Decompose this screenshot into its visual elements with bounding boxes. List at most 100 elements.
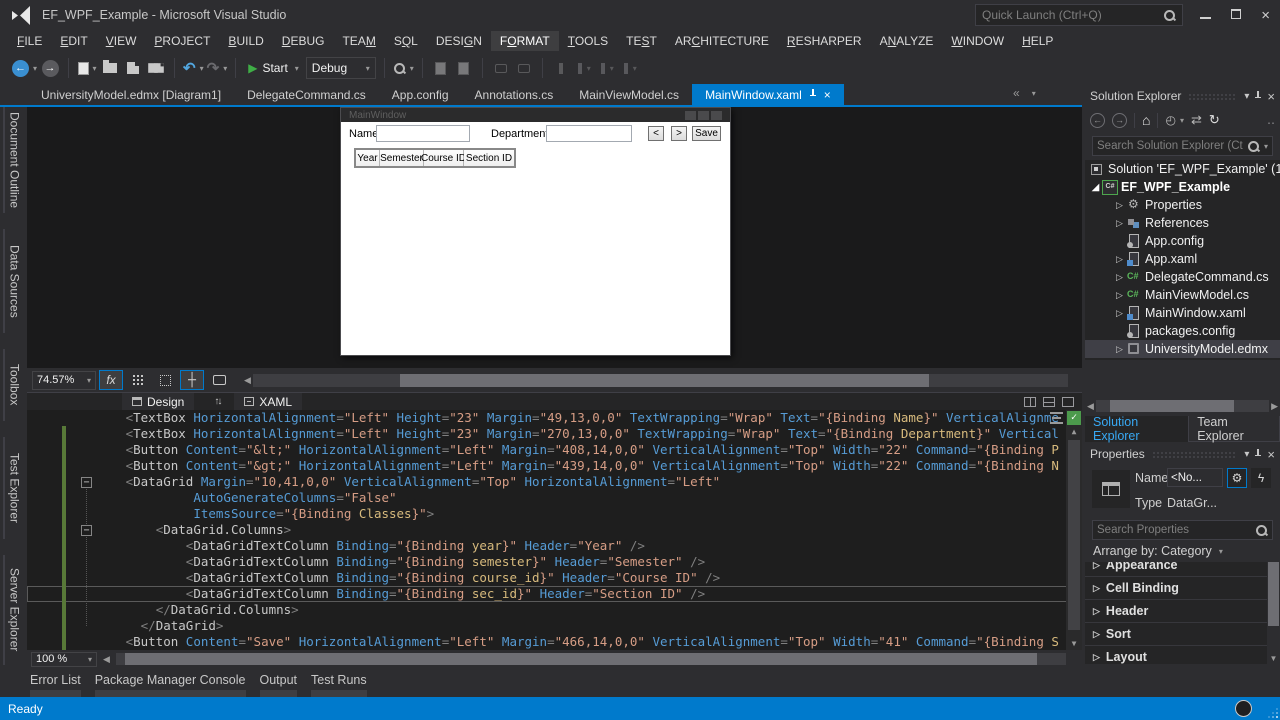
panel-drag-area[interactable] bbox=[1188, 93, 1237, 100]
scrollbar-track[interactable] bbox=[253, 374, 1068, 387]
menu-item-file[interactable]: FILE bbox=[8, 31, 51, 51]
classes-datagrid[interactable]: YearSemesterCourse IDSection ID bbox=[354, 148, 516, 168]
menu-item-design[interactable]: DESIGN bbox=[427, 31, 491, 51]
close-button[interactable]: × bbox=[1261, 8, 1270, 23]
name-textbox[interactable] bbox=[376, 125, 470, 142]
category-header[interactable]: ▷Header bbox=[1085, 600, 1267, 623]
annotations-button[interactable] bbox=[207, 370, 231, 390]
expander-icon[interactable]: ▷ bbox=[1113, 200, 1126, 211]
undo-button[interactable]: ↶▾ bbox=[183, 56, 204, 80]
tab-list-dropdown-icon[interactable]: ▾ bbox=[1032, 89, 1036, 98]
editor-horizontal-scrollbar[interactable] bbox=[116, 653, 1066, 665]
maximize-button[interactable] bbox=[1231, 6, 1241, 24]
code-line[interactable]: <Button Content="&gt;" HorizontalAlignme… bbox=[27, 458, 1082, 474]
scrollbar-thumb[interactable] bbox=[1268, 562, 1279, 626]
doc-tab-annotations-cs[interactable]: Annotations.cs bbox=[462, 84, 567, 105]
code-line[interactable]: <Button Content="Save" HorizontalAlignme… bbox=[27, 634, 1082, 650]
expander-icon[interactable]: ▷ bbox=[1093, 583, 1100, 594]
grid-column-header[interactable]: Year bbox=[356, 150, 380, 166]
doc-tab-app-config[interactable]: App.config bbox=[379, 84, 462, 105]
fold-collapse-icon[interactable]: − bbox=[81, 525, 92, 536]
swap-panes-icon[interactable]: ↑↓ bbox=[214, 396, 220, 407]
department-textbox[interactable] bbox=[546, 125, 632, 142]
debug-configuration-combo[interactable]: Debug ▾ bbox=[306, 57, 376, 79]
show-grid-button[interactable] bbox=[126, 370, 150, 390]
expander-icon[interactable]: ▷ bbox=[1113, 254, 1126, 265]
left-tab-toolbox[interactable]: Toolbox bbox=[3, 349, 25, 421]
properties-search-box[interactable]: Search Properties bbox=[1092, 520, 1273, 540]
previous-bookmark-button[interactable]: ▾ bbox=[574, 56, 594, 80]
previous-record-button[interactable]: < bbox=[648, 126, 664, 141]
menu-item-tools[interactable]: TOOLS bbox=[559, 31, 617, 51]
category-cell-binding[interactable]: ▷Cell Binding bbox=[1085, 577, 1267, 600]
dropdown-icon[interactable]: ▾ bbox=[93, 64, 97, 73]
scrollbar-thumb[interactable] bbox=[1068, 440, 1080, 630]
snap-to-snaplines-button[interactable]: ┼ bbox=[180, 370, 204, 390]
left-tab-document-outline[interactable]: Document Outline bbox=[3, 107, 25, 213]
designer-horizontal-scrollbar[interactable]: ◀ bbox=[244, 374, 1068, 387]
scroll-down-icon[interactable]: ▼ bbox=[1267, 654, 1280, 663]
open-file-button[interactable] bbox=[100, 56, 120, 80]
save-record-button[interactable]: Save bbox=[692, 126, 721, 141]
code-line[interactable]: <Button Content="&lt;" HorizontalAlignme… bbox=[27, 442, 1082, 458]
bottom-tab-package-manager-console[interactable]: Package Manager Console bbox=[95, 673, 246, 697]
fold-collapse-icon[interactable]: − bbox=[81, 477, 92, 488]
scroll-down-icon[interactable]: ▼ bbox=[1066, 639, 1082, 648]
horizontal-split-icon[interactable] bbox=[1043, 397, 1055, 407]
doc-tab-mainwindow-xaml[interactable]: MainWindow.xaml× bbox=[692, 84, 844, 105]
expander-icon[interactable]: ▷ bbox=[1113, 344, 1126, 355]
code-line[interactable]: </DataGrid> bbox=[27, 618, 1082, 634]
dropdown-icon[interactable]: ▾ bbox=[223, 64, 227, 73]
scroll-tabs-icon[interactable]: « bbox=[1013, 86, 1020, 100]
code-line[interactable]: AutoGenerateColumns="False" bbox=[27, 490, 1082, 506]
redo-button[interactable]: ↷▾ bbox=[207, 56, 228, 80]
navigate-forward-button[interactable]: → bbox=[40, 56, 60, 80]
pin-icon[interactable] bbox=[1254, 91, 1262, 102]
home-icon[interactable]: ⌂ bbox=[1142, 112, 1150, 128]
menu-item-help[interactable]: HELP bbox=[1013, 31, 1062, 51]
toolbar-overflow-icon[interactable]: ‥ bbox=[1267, 113, 1275, 127]
new-file-button[interactable]: ▾ bbox=[77, 56, 97, 80]
properties-vertical-scrollbar[interactable]: ▼ bbox=[1267, 562, 1280, 664]
menu-item-test[interactable]: TEST bbox=[617, 31, 666, 51]
pin-icon[interactable] bbox=[1254, 449, 1262, 460]
tree-item-app-xaml[interactable]: ▷App.xaml bbox=[1085, 250, 1280, 268]
xaml-code-editor[interactable]: <TextBox HorizontalAlignment="Left" Heig… bbox=[27, 410, 1082, 650]
grid-column-header[interactable]: Semester bbox=[380, 150, 424, 166]
window-position-dropdown-icon[interactable]: ▾ bbox=[1244, 91, 1249, 102]
dropdown-icon[interactable]: ▾ bbox=[410, 64, 414, 73]
tree-item-app-config[interactable]: App.config bbox=[1085, 232, 1280, 250]
expander-icon[interactable]: ▷ bbox=[1113, 308, 1126, 319]
xaml-designer-surface[interactable]: MainWindow Name: Department: < > Save Ye… bbox=[27, 107, 1082, 368]
indent-increase-button[interactable] bbox=[454, 56, 474, 80]
code-line[interactable]: </DataGrid.Columns> bbox=[27, 602, 1082, 618]
bottom-tab-test-runs[interactable]: Test Runs bbox=[311, 673, 367, 697]
category-sort[interactable]: ▷Sort bbox=[1085, 623, 1267, 646]
solution-explorer-search-box[interactable]: Search Solution Explorer (Ct ▾ bbox=[1092, 136, 1273, 156]
search-icon[interactable] bbox=[1255, 524, 1268, 537]
menu-item-view[interactable]: VIEW bbox=[97, 31, 146, 51]
scrollbar-thumb[interactable] bbox=[125, 653, 1037, 665]
close-icon[interactable]: × bbox=[1267, 89, 1275, 104]
code-line[interactable]: <DataGridTextColumn Binding="{Binding se… bbox=[27, 554, 1082, 570]
wpf-window-preview[interactable]: MainWindow Name: Department: < > Save Ye… bbox=[340, 107, 731, 356]
code-line[interactable]: <DataGridTextColumn Binding="{Binding ye… bbox=[27, 538, 1082, 554]
expander-icon[interactable]: ▷ bbox=[1093, 652, 1100, 663]
dropdown-icon[interactable]: ▾ bbox=[295, 64, 299, 73]
toggle-bookmark-button[interactable] bbox=[551, 56, 571, 80]
code-line[interactable]: − <DataGrid Margin="10,41,0,0" VerticalA… bbox=[27, 474, 1082, 490]
expander-icon[interactable]: ▷ bbox=[1093, 562, 1100, 571]
menu-item-analyze[interactable]: ANALYZE bbox=[871, 31, 943, 51]
bottom-tab-error-list[interactable]: Error List bbox=[30, 673, 81, 697]
navigate-backward-button[interactable]: ←▾ bbox=[12, 56, 37, 80]
doc-tab-universitymodel-edmx-diagram1-[interactable]: UniversityModel.edmx [Diagram1] bbox=[28, 84, 234, 105]
properties-header[interactable]: Properties ▾ × bbox=[1085, 444, 1280, 464]
expander-icon[interactable]: ▷ bbox=[1093, 606, 1100, 617]
se-back-button[interactable]: ← bbox=[1090, 113, 1105, 128]
design-view-tab[interactable]: Design bbox=[122, 393, 194, 411]
scrollbar-thumb[interactable] bbox=[400, 374, 930, 387]
next-record-button[interactable]: > bbox=[671, 126, 687, 141]
properties-mode-button[interactable]: ⚙ bbox=[1227, 468, 1247, 488]
left-tab-test-explorer[interactable]: Test Explorer bbox=[3, 437, 25, 539]
comment-button[interactable] bbox=[491, 56, 511, 80]
